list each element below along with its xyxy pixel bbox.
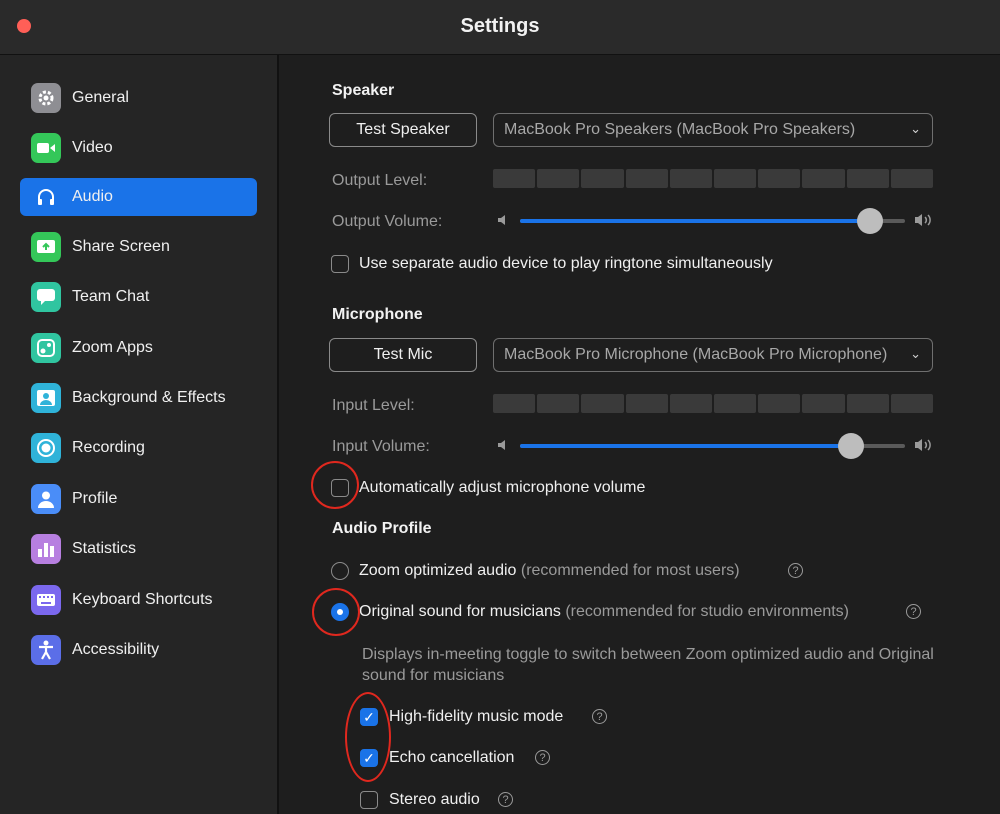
sidebar-item-label: General	[72, 89, 129, 106]
settings-sidebar: General Video Audio Share Screen Team Ch…	[0, 55, 279, 814]
sidebar-item-label: Keyboard Shortcuts	[72, 591, 213, 608]
sidebar-item-label: Recording	[72, 439, 145, 456]
microphone-device-value: MacBook Pro Microphone (MacBook Pro Micr…	[504, 346, 888, 363]
sidebar-item-video[interactable]: Video	[20, 129, 257, 167]
input-level-meter	[493, 394, 934, 413]
input-volume-label: Input Volume:	[332, 438, 430, 455]
help-icon[interactable]: ?	[788, 563, 803, 578]
sidebar-item-label: Team Chat	[72, 288, 150, 305]
output-volume-fill	[520, 219, 871, 223]
output-level-label: Output Level:	[332, 172, 428, 189]
chat-bubble-icon	[31, 282, 61, 312]
statistics-icon	[31, 534, 61, 564]
auto-adjust-mic-checkbox[interactable]	[331, 479, 349, 497]
audio-profile-section-title: Audio Profile	[332, 520, 432, 537]
headphones-icon	[31, 182, 61, 212]
volume-high-icon	[915, 439, 931, 451]
window-title: Settings	[460, 15, 540, 37]
sidebar-item-label: Background & Effects	[72, 389, 226, 406]
help-icon[interactable]: ?	[592, 709, 607, 724]
sidebar-item-label: Statistics	[72, 540, 137, 557]
share-screen-icon	[31, 232, 61, 262]
sidebar-item-label: Zoom Apps	[72, 339, 153, 356]
chevron-down-icon: ⌄	[910, 121, 921, 136]
microphone-device-select[interactable]: MacBook Pro Microphone (MacBook Pro Micr…	[493, 338, 933, 372]
sidebar-item-audio[interactable]: Audio	[20, 178, 257, 216]
accessibility-icon	[31, 635, 61, 665]
speaker-device-value: MacBook Pro Speakers (MacBook Pro Speake…	[504, 121, 856, 138]
echo-cancellation-label: Echo cancellation	[389, 749, 515, 766]
stereo-audio-checkbox[interactable]	[360, 791, 378, 809]
volume-low-icon	[498, 215, 505, 225]
apps-icon	[31, 333, 61, 363]
echo-cancellation-checkbox[interactable]: ✓	[360, 749, 378, 767]
original-sound-text: Original sound for musicians	[359, 603, 561, 620]
volume-high-icon	[915, 214, 931, 226]
original-sound-radio[interactable]	[331, 603, 349, 621]
zoom-optimized-note: (recommended for most users)	[520, 562, 740, 579]
audio-settings-panel: Speaker Test Speaker MacBook Pro Speaker…	[279, 55, 1000, 814]
sidebar-item-general[interactable]: General	[20, 79, 257, 117]
high-fidelity-label: High-fidelity music mode	[389, 708, 564, 725]
background-icon	[31, 383, 61, 413]
input-volume-thumb[interactable]	[838, 433, 865, 459]
output-level-meter	[493, 169, 934, 188]
stereo-audio-label: Stereo audio	[389, 791, 480, 808]
sidebar-item-label: Profile	[72, 490, 118, 507]
ringtone-device-checkbox[interactable]	[331, 255, 349, 273]
microphone-section-title: Microphone	[332, 306, 423, 323]
ringtone-device-label: Use separate audio device to play ringto…	[359, 255, 773, 272]
high-fidelity-checkbox[interactable]: ✓	[360, 708, 378, 726]
speaker-device-select[interactable]: MacBook Pro Speakers (MacBook Pro Speake…	[493, 113, 933, 147]
input-volume-slider[interactable]	[520, 433, 905, 459]
sidebar-item-recording[interactable]: Recording	[20, 429, 257, 467]
original-sound-label: Original sound for musicians (recommende…	[359, 603, 849, 621]
sidebar-item-background-effects[interactable]: Background & Effects	[20, 379, 257, 417]
original-sound-description: Displays in-meeting toggle to switch bet…	[362, 646, 934, 684]
zoom-optimized-label: Zoom optimized audio (recommended for mo…	[359, 562, 740, 580]
output-volume-slider[interactable]	[520, 208, 905, 234]
speaker-section-title: Speaker	[332, 82, 395, 99]
sidebar-item-zoom-apps[interactable]: Zoom Apps	[20, 329, 257, 367]
profile-icon	[31, 484, 61, 514]
gear-icon	[31, 83, 61, 113]
sidebar-item-label: Video	[72, 139, 113, 156]
record-icon	[31, 433, 61, 463]
sidebar-item-profile[interactable]: Profile	[20, 480, 257, 518]
title-bar: Settings	[0, 0, 1000, 55]
volume-low-icon	[498, 440, 505, 450]
sidebar-item-keyboard-shortcuts[interactable]: Keyboard Shortcuts	[20, 581, 257, 619]
sidebar-item-statistics[interactable]: Statistics	[20, 530, 257, 568]
sidebar-item-label: Share Screen	[72, 238, 170, 255]
original-sound-note: (recommended for studio environments)	[565, 603, 850, 620]
input-volume-fill	[520, 444, 852, 448]
auto-adjust-mic-label: Automatically adjust microphone volume	[359, 479, 646, 496]
sidebar-item-accessibility[interactable]: Accessibility	[20, 631, 257, 669]
help-icon[interactable]: ?	[535, 750, 550, 765]
sidebar-item-team-chat[interactable]: Team Chat	[20, 278, 257, 316]
help-icon[interactable]: ?	[906, 604, 921, 619]
chevron-down-icon: ⌄	[910, 346, 921, 361]
output-volume-label: Output Volume:	[332, 213, 443, 230]
highlight-oval	[345, 692, 391, 782]
test-mic-button[interactable]: Test Mic	[329, 338, 477, 372]
output-volume-thumb[interactable]	[857, 208, 884, 234]
keyboard-icon	[31, 585, 61, 615]
zoom-optimized-text: Zoom optimized audio	[359, 562, 517, 579]
input-level-label: Input Level:	[332, 397, 415, 414]
help-icon[interactable]: ?	[498, 792, 513, 807]
sidebar-item-label: Audio	[72, 188, 113, 205]
sidebar-item-label: Accessibility	[72, 641, 160, 658]
test-speaker-button[interactable]: Test Speaker	[329, 113, 477, 147]
video-camera-icon	[31, 133, 61, 163]
sidebar-item-share-screen[interactable]: Share Screen	[20, 228, 257, 266]
zoom-optimized-radio[interactable]	[331, 562, 349, 580]
